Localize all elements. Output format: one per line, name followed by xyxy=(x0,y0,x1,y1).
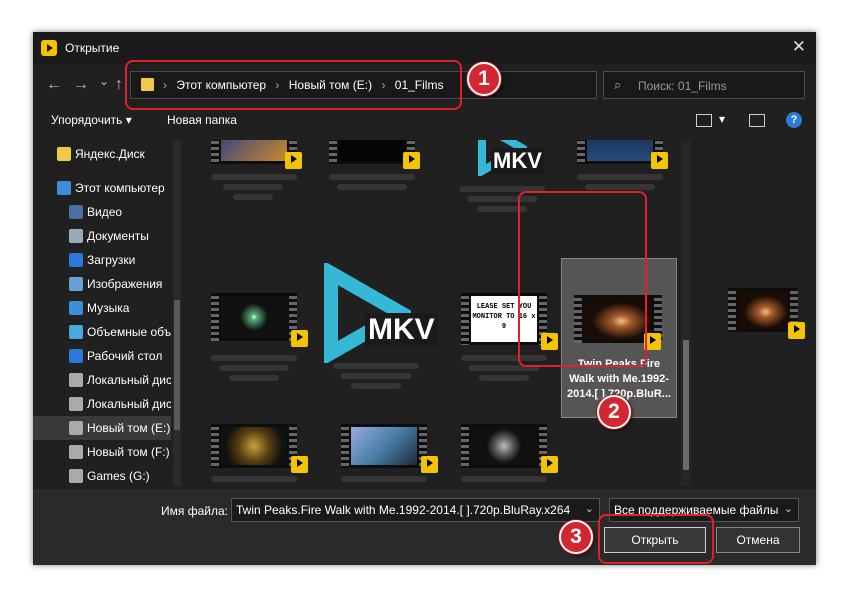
drive-icon xyxy=(69,469,83,483)
file-tile[interactable] xyxy=(199,263,309,383)
preview-pane-icon[interactable] xyxy=(749,114,765,127)
file-tile[interactable] xyxy=(199,402,309,486)
sidebar-item-label: Видео xyxy=(87,205,123,219)
sidebar-item-label: Загрузки xyxy=(87,253,136,267)
file-name-label: Имя файла: xyxy=(161,504,228,518)
drive-icon xyxy=(69,445,83,459)
mkv-file-tile[interactable]: MKV xyxy=(321,263,441,393)
images-icon xyxy=(69,277,83,291)
sidebar-item-label: Локальный дис xyxy=(87,373,171,387)
sidebar-item[interactable]: Рабочий стол xyxy=(33,344,171,368)
drive-icon xyxy=(69,421,83,435)
computer-icon xyxy=(57,181,71,195)
sidebar-item-label: Этот компьютер xyxy=(75,181,165,195)
close-icon[interactable]: ✕ xyxy=(792,37,806,57)
organize-button[interactable]: Упорядочить ▾ xyxy=(51,113,132,127)
mkv-label: MKV xyxy=(365,313,438,347)
sidebar-item-label: Яндекс.Диск xyxy=(75,147,145,161)
window-title: Открытие xyxy=(65,41,120,55)
annotation-badge-3: 3 xyxy=(559,520,593,554)
navigation-row: ← → ⌄ ↑ › Этот компьютер › Новый том (E:… xyxy=(33,60,816,110)
sidebar-item-label: Изображения xyxy=(87,277,163,291)
sidebar-item[interactable]: Документы xyxy=(33,224,171,248)
search-placeholder: Поиск: 01_Films xyxy=(638,79,727,93)
sidebar-item[interactable]: Новый том (F:) xyxy=(33,440,171,464)
sidebar-item[interactable]: Видео xyxy=(33,200,171,224)
player-badge-icon xyxy=(541,456,558,473)
sidebar-item[interactable]: Локальный дис xyxy=(33,392,171,416)
sidebar-scroll-thumb[interactable] xyxy=(174,300,180,430)
file-tile[interactable] xyxy=(199,140,309,210)
sidebar-item-label: Рабочий стол xyxy=(87,349,163,363)
sidebar-item[interactable]: Новый том (E:) xyxy=(33,416,171,440)
file-tile[interactable] xyxy=(317,140,427,210)
annotation-highlight-selected-file xyxy=(518,191,647,367)
new-folder-button[interactable]: Новая папка xyxy=(167,113,237,127)
search-box[interactable]: ⌕ Поиск: 01_Films xyxy=(603,71,805,99)
player-badge-icon xyxy=(421,456,438,473)
player-badge-icon xyxy=(788,322,805,339)
sidebar-item-label: Локальный дис xyxy=(87,397,171,411)
up-arrow-icon[interactable]: ↑ xyxy=(115,76,123,94)
yandex-disk-icon xyxy=(57,147,71,161)
player-badge-icon xyxy=(651,152,668,169)
sidebar-item[interactable]: Этот компьютер xyxy=(33,176,171,200)
annotation-highlight-address xyxy=(125,60,462,110)
file-grid-scroll-thumb[interactable] xyxy=(683,340,689,470)
sidebar-item[interactable]: Локальный дис xyxy=(33,368,171,392)
sidebar-item[interactable]: Объемные объ xyxy=(33,320,171,344)
downloads-icon xyxy=(69,253,83,267)
player-badge-icon xyxy=(403,152,420,169)
annotation-badge-2: 2 xyxy=(597,395,631,429)
annotation-badge-1: 1 xyxy=(467,62,501,96)
preview-pane xyxy=(728,288,805,339)
local-disk-icon xyxy=(69,373,83,387)
file-name-value: Twin Peaks.Fire Walk with Me.1992-2014.[… xyxy=(236,503,571,517)
documents-icon xyxy=(69,229,83,243)
sidebar-item-label: Музыка xyxy=(87,301,130,315)
local-disk-icon xyxy=(69,397,83,411)
file-tile[interactable] xyxy=(329,402,439,486)
desktop-icon xyxy=(69,349,83,363)
sidebar-item[interactable]: Музыка xyxy=(33,296,171,320)
view-mode-icon[interactable] xyxy=(696,114,712,127)
file-tile[interactable] xyxy=(449,402,559,486)
sidebar-item[interactable]: Яндекс.Диск xyxy=(33,142,171,166)
app-play-icon xyxy=(41,40,57,56)
sidebar-item[interactable]: Загрузки xyxy=(33,248,171,272)
player-badge-icon xyxy=(291,456,308,473)
music-icon xyxy=(69,301,83,315)
sidebar-item-label: Документы xyxy=(87,229,149,243)
history-dropdown-icon[interactable]: ⌄ xyxy=(99,74,109,88)
command-toolbar: Упорядочить ▾ Новая папка ▾ ? xyxy=(33,108,816,134)
chevron-down-icon[interactable]: ⌄ xyxy=(585,502,594,515)
sidebar-item-label: Объемные объ xyxy=(87,325,171,339)
chevron-down-icon[interactable]: ⌄ xyxy=(784,502,793,515)
back-arrow-icon[interactable]: ← xyxy=(46,76,62,94)
help-icon[interactable]: ? xyxy=(786,112,802,128)
sidebar-item[interactable]: Games (G:) xyxy=(33,464,171,486)
view-dropdown-icon[interactable]: ▾ xyxy=(719,112,725,126)
player-badge-icon xyxy=(291,330,308,347)
video-icon xyxy=(69,205,83,219)
forward-arrow-icon[interactable]: → xyxy=(73,76,89,94)
annotation-highlight-open-button xyxy=(598,514,714,564)
sidebar-item-label: Новый том (E:) xyxy=(87,421,171,435)
sidebar-item-label: Games (G:) xyxy=(87,469,150,483)
file-grid-scrollbar[interactable] xyxy=(681,140,691,486)
file-name-input[interactable]: Twin Peaks.Fire Walk with Me.1992-2014.[… xyxy=(231,498,600,522)
sidebar-item-label: Новый том (F:) xyxy=(87,445,170,459)
player-badge-icon xyxy=(285,152,302,169)
cancel-button[interactable]: Отмена xyxy=(716,527,800,553)
3d-objects-icon xyxy=(69,325,83,339)
open-file-dialog: Открытие ✕ ← → ⌄ ↑ › Этот компьютер › Но… xyxy=(33,32,816,565)
sidebar-scrollbar[interactable] xyxy=(173,140,181,486)
sidebar-item[interactable]: Изображения xyxy=(33,272,171,296)
navigation-pane: Яндекс.Диск Этот компьютер Видео Документы З… xyxy=(33,140,173,486)
mkv-label: MKV xyxy=(491,148,544,174)
search-icon: ⌕ xyxy=(614,77,622,92)
